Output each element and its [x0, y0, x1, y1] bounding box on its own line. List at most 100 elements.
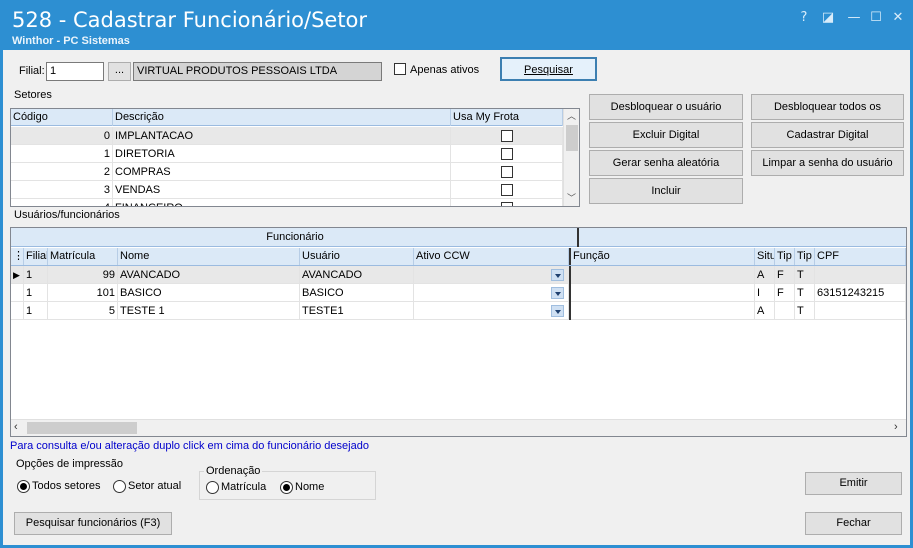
scroll-down-icon[interactable]: ﹀ — [567, 191, 576, 204]
cadastrar-digital-button[interactable]: Cadastrar Digital — [751, 122, 904, 148]
desbloquear-usuario-button[interactable]: Desbloquear o usuário — [589, 94, 743, 120]
radio-selected-icon[interactable] — [280, 481, 293, 494]
usuario-funcao — [569, 302, 755, 320]
setor-usa-my-frota[interactable] — [451, 145, 563, 163]
col-ativo-ccw[interactable]: Ativo CCW — [414, 248, 569, 265]
desbloquear-todos-button[interactable]: Desbloquear todos os usuários — [751, 94, 904, 137]
fechar-button[interactable]: Fechar — [805, 512, 902, 535]
pesquisar-funcionarios-button[interactable]: Pesquisar funcionários (F3) — [14, 512, 172, 535]
usuario-funcao — [569, 284, 755, 302]
setor-row[interactable]: 4 FINANCEIRO — [11, 199, 563, 206]
checkbox-box[interactable] — [500, 184, 513, 196]
usuario-filial: 1 — [24, 284, 48, 302]
setor-codigo: 3 — [11, 181, 113, 199]
usuario-tip1: F — [775, 284, 795, 302]
usuario-situ: A — [755, 266, 775, 284]
nome-radio[interactable] — [280, 481, 293, 494]
setor-usa-my-frota[interactable] — [451, 181, 563, 199]
setor-descricao: FINANCEIRO — [113, 199, 451, 206]
usuario-filial: 1 — [24, 266, 48, 284]
setor-row[interactable]: 2 COMPRAS — [11, 163, 563, 181]
setor-row[interactable]: 1 DIRETORIA — [11, 145, 563, 163]
checkbox-box[interactable] — [500, 202, 513, 206]
scroll-right-icon[interactable]: › — [894, 421, 898, 433]
filial-lookup-button[interactable]: ... — [108, 62, 131, 81]
setor-descricao: IMPLANTACAO — [113, 127, 451, 145]
usuario-tip1 — [775, 302, 795, 320]
minimize-icon[interactable]: — — [845, 9, 863, 27]
scroll-thumb[interactable] — [566, 125, 578, 151]
setor-usa-my-frota[interactable] — [451, 127, 563, 145]
usuario-situ: A — [755, 302, 775, 320]
restore-icon[interactable]: ◪ — [819, 9, 837, 27]
col-codigo[interactable]: Código — [11, 109, 113, 126]
window-title: 528 - Cadastrar Funcionário/Setor — [12, 8, 368, 32]
col-usuario[interactable]: Usuário — [300, 248, 414, 265]
col-nome[interactable]: Nome — [118, 248, 300, 265]
col-descricao[interactable]: Descrição — [113, 109, 451, 126]
usuario-row[interactable]: ▶ 1 99 AVANCADO AVANCADO A F T — [11, 266, 906, 284]
scroll-up-icon[interactable]: ︿ — [567, 109, 576, 122]
empresa-field: VIRTUAL PRODUTOS PESSOAIS LTDA — [133, 62, 382, 81]
dropdown-arrow-icon[interactable] — [551, 305, 564, 317]
usuario-cpf — [815, 266, 906, 284]
pesquisar-button[interactable]: Pesquisar — [500, 57, 597, 81]
row-indicator — [11, 302, 24, 320]
radio-selected-icon[interactable] — [17, 480, 30, 493]
usuario-row[interactable]: 1 5 TESTE 1 TESTE1 A T — [11, 302, 906, 320]
setor-row[interactable]: 0 IMPLANTACAO — [11, 127, 563, 145]
checkbox-box[interactable] — [500, 130, 513, 142]
matricula-radio[interactable] — [206, 481, 219, 494]
band-funcionario: Funcionário — [11, 228, 579, 247]
usuarios-header: ⋮ Filial Matrícula Nome Usuário Ativo CC… — [11, 248, 906, 266]
close-icon[interactable]: ✕ — [889, 9, 907, 27]
checkbox-box[interactable] — [500, 148, 513, 160]
col-cpf[interactable]: CPF — [815, 248, 906, 265]
col-tip1[interactable]: Tip — [775, 248, 795, 265]
usuario-ativo-ccw[interactable] — [414, 284, 569, 302]
setores-group-title: Setores — [14, 89, 52, 101]
todos-setores-radio[interactable] — [17, 480, 30, 493]
emitir-button[interactable]: Emitir — [805, 472, 902, 495]
column-chooser-icon[interactable]: ⋮ — [11, 248, 24, 265]
setores-vscroll[interactable]: ︿ ﹀ — [563, 109, 579, 206]
col-matricula[interactable]: Matrícula — [48, 248, 118, 265]
filial-input[interactable]: 1 — [46, 62, 104, 81]
usuario-nome: AVANCADO — [118, 266, 300, 284]
maximize-icon[interactable]: ☐ — [867, 9, 885, 27]
usuario-ativo-ccw[interactable] — [414, 302, 569, 320]
usuario-ativo-ccw[interactable] — [414, 266, 569, 284]
excluir-digital-button[interactable]: Excluir Digital — [589, 122, 743, 148]
setor-atual-radio[interactable] — [113, 480, 126, 493]
setor-usa-my-frota[interactable] — [451, 199, 563, 206]
setor-atual-label: Setor atual — [128, 480, 182, 492]
setor-row[interactable]: 3 VENDAS — [11, 181, 563, 199]
usuario-usuario: BASICO — [300, 284, 414, 302]
radio-unselected-icon[interactable] — [206, 481, 219, 494]
apenas-ativos-label: Apenas ativos — [410, 64, 480, 76]
usuarios-hint: Para consulta e/ou alteração duplo click… — [10, 440, 369, 452]
col-filial[interactable]: Filial — [24, 248, 48, 265]
col-tip2[interactable]: Tip — [795, 248, 815, 265]
usuarios-hscroll[interactable]: ‹ › — [11, 419, 906, 436]
incluir-button[interactable]: Incluir — [589, 178, 743, 204]
gerar-senha-button[interactable]: Gerar senha aleatória — [589, 150, 743, 176]
dropdown-arrow-icon[interactable] — [551, 269, 564, 281]
scroll-thumb[interactable] — [27, 422, 137, 434]
limpar-senha-button[interactable]: Limpar a senha do usuário — [751, 150, 904, 176]
col-funcao[interactable]: Função — [569, 248, 755, 265]
radio-unselected-icon[interactable] — [113, 480, 126, 493]
setor-descricao: COMPRAS — [113, 163, 451, 181]
setor-codigo: 4 — [11, 199, 113, 206]
usuario-nome: BASICO — [118, 284, 300, 302]
apenas-ativos-checkbox[interactable] — [394, 63, 406, 78]
usuario-row[interactable]: 1 101 BASICO BASICO I F T 63151243215 — [11, 284, 906, 302]
setor-usa-my-frota[interactable] — [451, 163, 563, 181]
col-usa-my-frota[interactable]: Usa My Frota — [451, 109, 563, 126]
dropdown-arrow-icon[interactable] — [551, 287, 564, 299]
scroll-left-icon[interactable]: ‹ — [14, 421, 18, 433]
checkbox-box[interactable] — [394, 63, 406, 75]
col-situ[interactable]: Situ — [755, 248, 775, 265]
checkbox-box[interactable] — [500, 166, 513, 178]
help-icon[interactable]: ? — [795, 9, 813, 27]
